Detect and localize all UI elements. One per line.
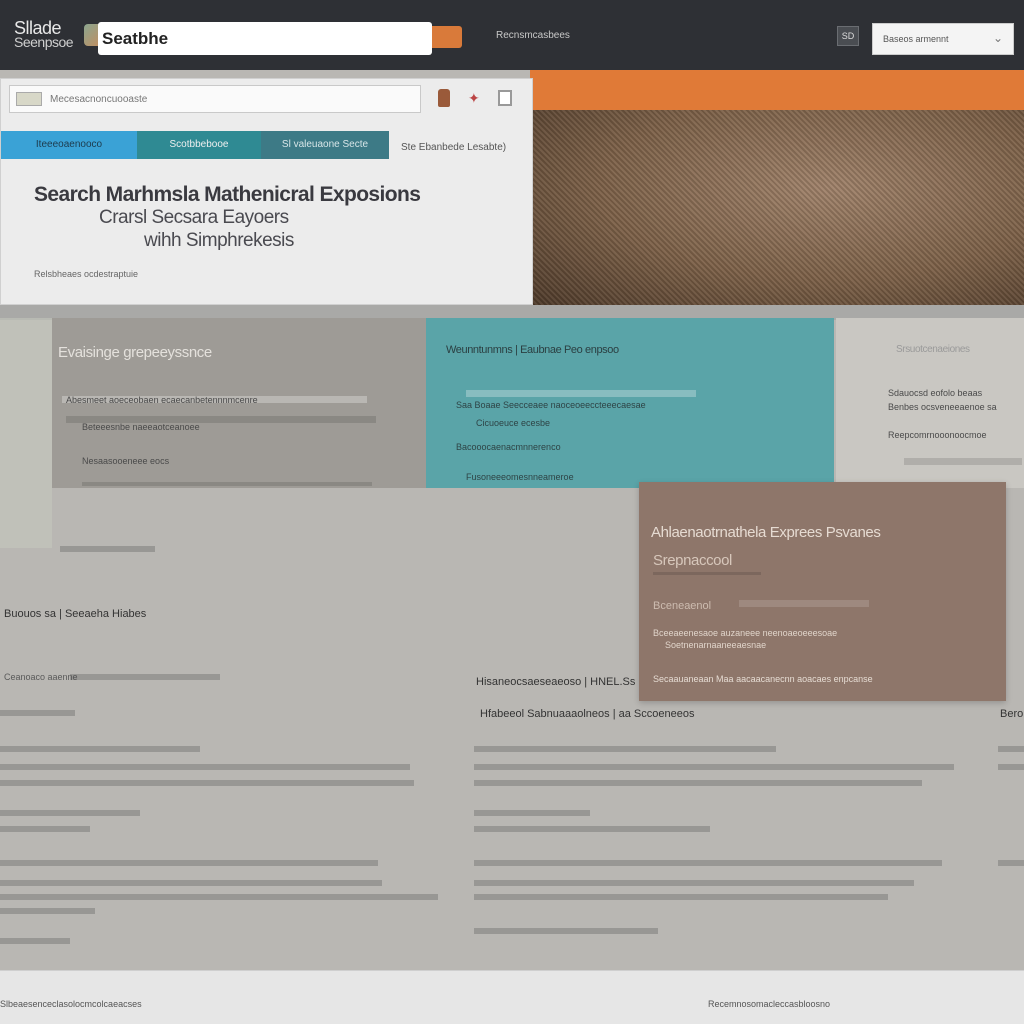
card-text: Sdauocsd eofolo beaas [888,388,983,398]
card-subtitle-2: Bceneaenol [653,600,712,612]
text-line [0,826,90,832]
top-bar: Sllade Seenpsoe Seatbhe Recnsmcasbees SD… [0,0,1024,70]
text-line [0,746,200,752]
card-text: Bacooocaenacmnnerenco [456,442,561,452]
card-text: Beteeesnbe naeeaotceanoee [82,422,200,432]
text-line [998,746,1024,752]
search-input-value: Seatbhe [102,29,169,48]
card-title: Ahlaenaotrnathela Exprees Psvanes [651,524,881,541]
card-text: Reepcomrnooonoocmoe [888,430,987,440]
card-footer-text: Secaauaneaan Maa aacaacanecnn aoacaes en… [653,674,873,684]
text-line [474,860,942,866]
address-bar[interactable]: Mecesacnoncuooaste [9,85,421,113]
texture-image [533,110,1024,305]
text-line [998,860,1024,866]
card-evaluating[interactable]: Evaisinge grepeeyssnce Abesmeet aoeceoba… [52,318,426,488]
text-line [474,764,954,770]
left-gutter [0,318,52,548]
card-text: Soetnenarnaaneeaesnae [665,640,767,650]
text-line [0,880,382,886]
footer-left-text[interactable]: Slbeaesenceclasolocmcolcaeacses [0,999,142,1009]
page-footer: Slbeaesenceclasolocmcolcaeacses Recemnos… [0,970,1024,1024]
card-text: Benbes ocsveneeaenoe sa [888,402,997,412]
card-text: Bceeaeenesaoe auzaneee neenoaeoeeesoae [653,628,838,638]
text-line [739,600,869,607]
card-text: Cicuoeuce ecesbe [476,418,551,428]
settings-square-button[interactable]: SD [837,26,859,46]
card-title: Weunntunmns | Eaubnae Peo enpsoo [446,344,619,356]
card-text: Saa Boaae Seecceaee naoceoeeccteeecaesae [456,400,646,410]
text-line [474,880,914,886]
text-line [0,894,438,900]
tab-1[interactable]: Iteeeoaenooco [1,131,137,159]
mid-heading-2: Hfabeeol Sabnuaaaolneos | aa Sccoeneeos [480,708,695,720]
search-button[interactable] [432,26,462,48]
hero-caption: Relsbheaes ocdestraptuie [34,269,139,279]
text-line [474,810,590,816]
card-mathematical[interactable]: Ahlaenaotrnathela Exprees Psvanes Srepna… [639,482,1006,701]
hero-subtitle-2: wihh Simphrekesis [144,230,294,251]
text-line [466,390,696,397]
text-line [474,780,922,786]
card-side[interactable]: Srsuotcenaeiones Sdauocsd eofolo beaas B… [836,318,1024,488]
mid-heading: Hisaneocsaeseaeoso | HNEL.Ss [476,676,636,688]
card-text: Fusoneeeomesnneameroe [466,472,574,482]
tab-3[interactable]: Sl valeuaone Secte [261,131,389,159]
search-input[interactable]: Seatbhe [98,22,432,55]
hero-title: Search Marhmsla Mathenicral Exposions [34,183,421,206]
card-title: Evaisinge grepeeyssnce [58,344,212,361]
site-logo[interactable]: Sllade Seenpsoe [14,18,106,54]
text-line [653,572,761,575]
address-text: Mecesacnoncuooaste [50,94,148,105]
text-line [474,894,888,900]
tab-side-label[interactable]: Ste Ebanbede Lesabte) [401,142,506,153]
card-text: Abesmeet aoeceobaen ecaecanbetennnmcenre [66,395,258,405]
text-line [0,860,378,866]
document-icon[interactable] [498,90,512,106]
tab-2[interactable]: Scotbbebooe [137,131,261,159]
favicon-icon [16,92,42,106]
logo-line2: Seenpsoe [14,34,74,50]
card-subtitle: Srepnaccool [653,552,732,569]
hero-subtitle: Crarsl Secsara Eayoers [99,207,289,228]
bottle-icon[interactable] [438,89,450,107]
browser-panel: Mecesacnoncuooaste ✦ Iteeeoaenooco Scotb… [0,78,533,305]
card-text: Nesaasooeneee eocs [82,456,170,466]
text-line [82,482,372,486]
account-label: Baseos armennt [883,34,949,44]
fire-icon[interactable]: ✦ [468,90,480,107]
text-line [0,810,140,816]
text-line [474,928,658,934]
text-line [0,938,70,944]
accent-stripe [530,70,1024,110]
section-small: Ceanoaco aaenne [4,672,78,682]
footer-right-text[interactable]: Recemnosomacleccasbloosno [708,999,830,1009]
text-line [60,546,155,552]
top-nav-link[interactable]: Recnsmcasbees [496,30,570,41]
text-line [474,826,710,832]
right-edge-label: Bero [1000,708,1024,720]
tab-bar: Iteeeoaenooco Scotbbebooe Sl valeuaone S… [1,131,389,159]
card-search[interactable]: Weunntunmns | Eaubnae Peo enpsoo Saa Boa… [426,318,834,488]
text-line [0,780,414,786]
text-line [0,764,410,770]
text-line [0,908,95,914]
section-label: Buouos sa | Seeaeha Hiabes [4,608,147,620]
text-line [0,710,75,716]
text-line [998,764,1024,770]
text-line [904,458,1022,465]
text-line [474,746,776,752]
account-dropdown[interactable]: Baseos armennt ⌄ [872,23,1014,55]
card-title: Srsuotcenaeiones [896,344,970,355]
chevron-down-icon: ⌄ [993,31,1004,45]
text-line [70,674,220,680]
